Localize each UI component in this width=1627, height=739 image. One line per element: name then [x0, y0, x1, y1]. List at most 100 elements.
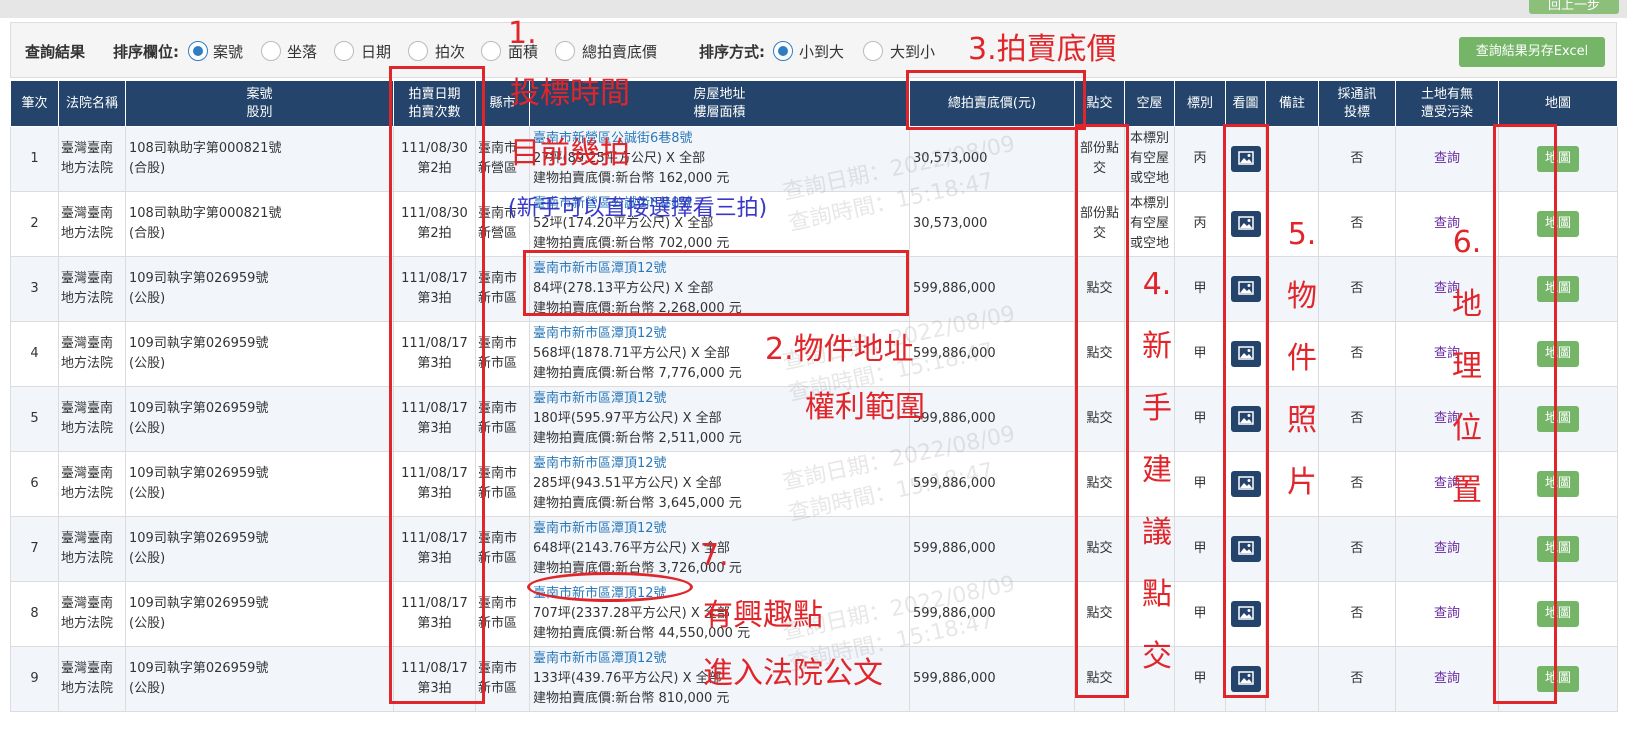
annotation-2b: 權利範圍	[805, 390, 925, 425]
map-button[interactable]: 地圖	[1537, 406, 1579, 432]
pollution-query-link[interactable]: 查詢	[1434, 541, 1460, 556]
sort-field-case[interactable]: 案號	[213, 41, 243, 62]
view-photo-button[interactable]	[1230, 146, 1261, 172]
sort-field-date[interactable]: 日期	[361, 41, 391, 62]
cell-handover: 部份點交	[1074, 126, 1125, 192]
annotation-oval-address	[527, 572, 693, 602]
cell-grade: 甲	[1174, 386, 1226, 452]
sort-field-price[interactable]: 總拍賣底價	[582, 41, 657, 62]
view-photo-button[interactable]	[1230, 471, 1261, 497]
cell-grade: 甲	[1174, 321, 1226, 387]
map-button[interactable]: 地圖	[1537, 601, 1579, 627]
image-icon	[1237, 216, 1254, 230]
back-button[interactable]: 回上一步	[1529, 0, 1619, 14]
annotation-6: 6.地理位置	[1452, 225, 1482, 508]
cell-map: 地圖	[1498, 321, 1618, 387]
sort-order-radio-desc[interactable]	[863, 41, 883, 61]
view-photo-button[interactable]	[1230, 276, 1261, 302]
sort-field-location[interactable]: 坐落	[287, 41, 317, 62]
view-photo-button[interactable]	[1230, 666, 1261, 692]
export-excel-button[interactable]: 查詢結果另存Excel	[1459, 37, 1605, 67]
sort-field-radio-date[interactable]	[334, 41, 354, 61]
table-row: 2 臺灣臺南 地方法院 108司執助字第000821號 (合股) 111/08/30 第2拍…	[10, 191, 1618, 257]
map-button[interactable]: 地圖	[1537, 471, 1579, 497]
col-comm: 採通訊 投標	[1318, 80, 1396, 127]
sort-field-radio-price[interactable]	[555, 41, 575, 61]
cell-photo	[1225, 451, 1266, 517]
annotation-7b: 進入法院公文	[703, 656, 883, 691]
image-icon	[1237, 541, 1254, 555]
cell-price: 599,886,000	[909, 256, 1075, 322]
sort-field-round[interactable]: 拍次	[435, 41, 465, 62]
map-button[interactable]: 地圖	[1537, 276, 1579, 302]
col-date: 拍賣日期 拍賣次數	[393, 80, 476, 127]
sort-field-radio-location[interactable]	[261, 41, 281, 61]
result-title: 查詢結果	[25, 43, 86, 61]
cell-city: 臺南市 新市區	[475, 646, 530, 712]
col-handover: 點交	[1074, 80, 1125, 127]
cell-no: 4	[10, 321, 59, 387]
cell-vacant: 本標別 有空屋 或空地	[1124, 191, 1175, 257]
view-photo-button[interactable]	[1230, 406, 1261, 432]
map-button[interactable]: 地圖	[1537, 146, 1579, 172]
address-link[interactable]: 臺南市新市區潭頂12號	[533, 519, 909, 539]
sort-field-radio-round[interactable]	[408, 41, 428, 61]
address-link[interactable]: 臺南市新市區潭頂12號	[533, 259, 909, 279]
annotation-2a: 2.物件地址	[765, 332, 914, 367]
cell-map: 地圖	[1498, 646, 1618, 712]
cell-handover: 點交	[1074, 451, 1125, 517]
cell-case: 108司執助字第000821號 (合股)	[125, 126, 394, 192]
cell-remark	[1265, 646, 1319, 712]
col-price: 總拍賣底價(元)	[909, 80, 1075, 127]
view-photo-button[interactable]	[1230, 211, 1261, 237]
cell-comm: 否	[1318, 581, 1396, 647]
sort-field-radio-case[interactable]	[188, 41, 208, 61]
view-photo-button[interactable]	[1230, 601, 1261, 627]
cell-handover: 點交	[1074, 256, 1125, 322]
cell-case: 109司執字第026959號 (公股)	[125, 321, 394, 387]
cell-photo	[1225, 581, 1266, 647]
map-button[interactable]: 地圖	[1537, 341, 1579, 367]
cell-photo	[1225, 646, 1266, 712]
sort-field-radio-area[interactable]	[481, 41, 501, 61]
cell-court: 臺灣臺南 地方法院	[58, 581, 126, 647]
cell-comm: 否	[1318, 386, 1396, 452]
col-court: 法院名稱	[58, 80, 126, 127]
table-row: 3 臺灣臺南 地方法院 109司執字第026959號 (公股) 111/08/17 第3拍臺…	[10, 256, 1618, 322]
cell-comm: 否	[1318, 256, 1396, 322]
cell-pollution: 查詢	[1395, 646, 1499, 712]
cell-no: 9	[10, 646, 59, 712]
cell-handover: 部份點交	[1074, 191, 1125, 257]
sort-order-asc[interactable]: 小到大	[799, 41, 844, 62]
cell-no: 2	[10, 191, 59, 257]
cell-photo	[1225, 191, 1266, 257]
annotation-5: 5.物件照片	[1287, 217, 1317, 500]
sort-order-desc[interactable]: 大到小	[890, 41, 935, 62]
cell-grade: 甲	[1174, 516, 1226, 582]
pollution-query-link[interactable]: 查詢	[1434, 151, 1460, 166]
pollution-query-link[interactable]: 查詢	[1434, 606, 1460, 621]
building-price: 建物拍賣底價:新台幣 2,268,000 元	[533, 301, 742, 316]
cell-court: 臺灣臺南 地方法院	[58, 646, 126, 712]
sort-order-radio-asc[interactable]	[773, 41, 793, 61]
cell-remark	[1265, 126, 1319, 192]
cell-photo	[1225, 516, 1266, 582]
address-link[interactable]: 臺南市新市區潭頂12號	[533, 454, 909, 474]
view-photo-button[interactable]	[1230, 341, 1261, 367]
map-button[interactable]: 地圖	[1537, 666, 1579, 692]
pollution-query-link[interactable]: 查詢	[1434, 671, 1460, 686]
cell-comm: 否	[1318, 516, 1396, 582]
cell-map: 地圖	[1498, 451, 1618, 517]
cell-case: 109司執字第026959號 (公股)	[125, 386, 394, 452]
cell-case: 109司執字第026959號 (公股)	[125, 646, 394, 712]
map-button[interactable]: 地圖	[1537, 536, 1579, 562]
cell-case: 109司執字第026959號 (公股)	[125, 451, 394, 517]
cell-case: 109司執字第026959號 (公股)	[125, 516, 394, 582]
map-button[interactable]: 地圖	[1537, 211, 1579, 237]
col-vacant: 空屋	[1124, 80, 1175, 127]
cell-handover: 點交	[1074, 321, 1125, 387]
view-photo-button[interactable]	[1230, 536, 1261, 562]
cell-city: 臺南市 新市區	[475, 581, 530, 647]
cell-court: 臺灣臺南 地方法院	[58, 386, 126, 452]
cell-photo	[1225, 386, 1266, 452]
